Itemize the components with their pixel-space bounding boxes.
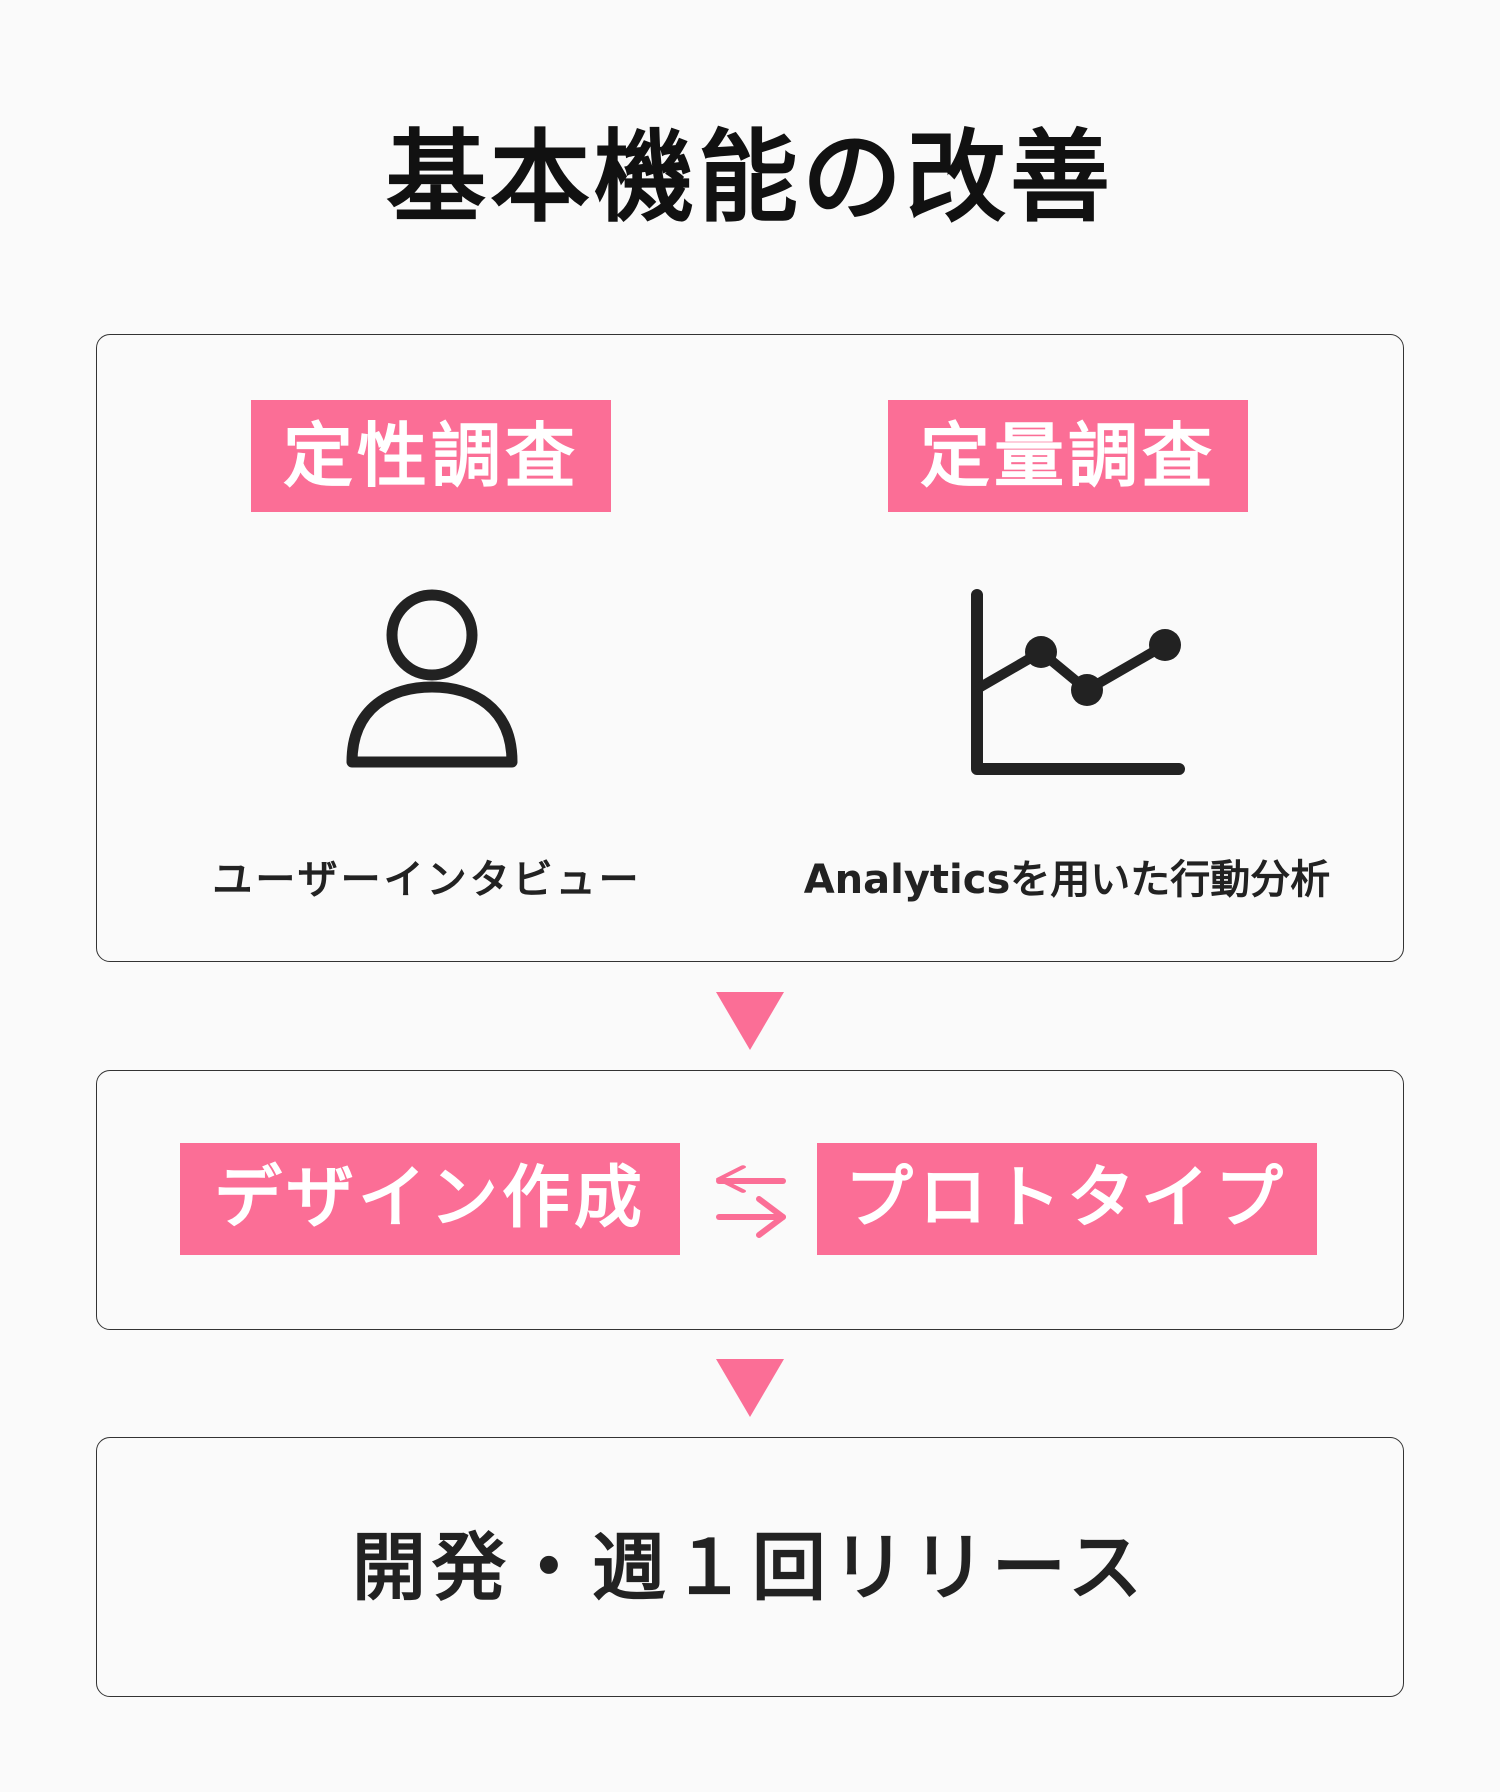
quantitative-caption: Analyticsを用いた行動分析 [803, 857, 1331, 903]
prototype-tag: プロトタイプ [817, 1143, 1317, 1255]
research-panel: 定性調査 定量調査 ユーザーインタビュー Analyticsを用いた行動分析 [96, 334, 1404, 962]
person-icon [346, 589, 518, 768]
quantitative-research-tag: 定量調査 [888, 400, 1248, 512]
qualitative-caption: ユーザーインタビュー [212, 857, 642, 903]
down-arrow-icon [716, 992, 784, 1050]
release-panel: 開発・週１回リリース [96, 1437, 1404, 1697]
release-text: 開発・週１回リリース [351, 1525, 1149, 1611]
iteration-panel: デザイン作成 プロトタイプ [96, 1070, 1404, 1330]
page-title: 基本機能の改善 [386, 119, 1114, 236]
line-chart-icon [971, 589, 1185, 775]
down-arrow-icon [716, 1359, 784, 1417]
design-creation-tag: デザイン作成 [180, 1143, 680, 1255]
qualitative-research-tag: 定性調査 [251, 400, 611, 512]
bidirectional-arrows-icon [716, 1165, 786, 1238]
